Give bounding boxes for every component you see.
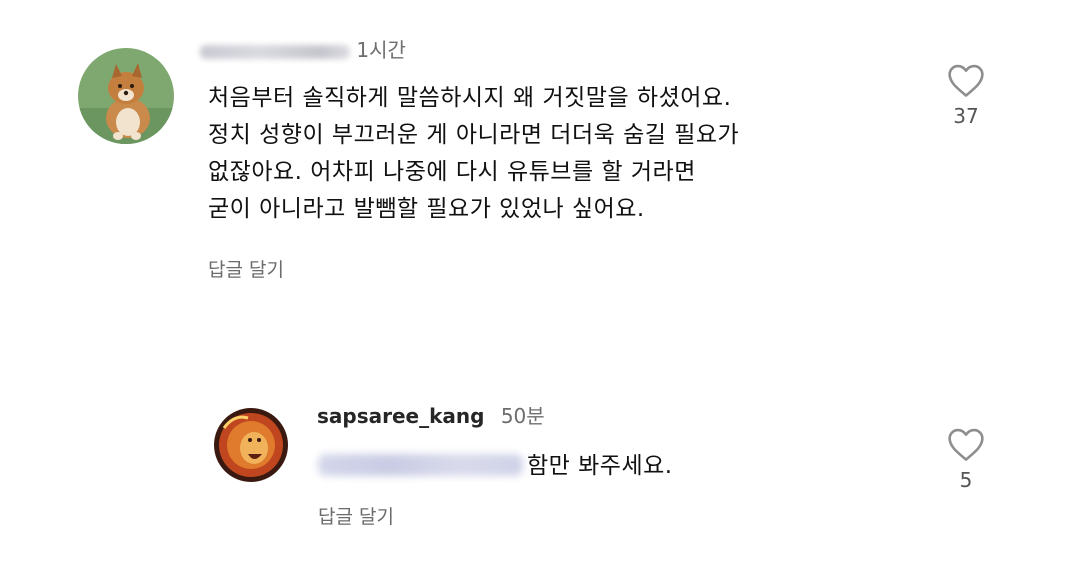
comment-text-line: 처음부터 솔직하게 말씀하시지 왜 거짓말을 하셨어요. <box>208 85 732 111</box>
comment-text-line: 정치 성향이 부끄러운 게 아니라면 더더욱 숨길 필요가 <box>208 122 740 148</box>
comment-time: 50분 <box>500 404 545 428</box>
commenter-avatar[interactable] <box>78 48 174 144</box>
comment-text: 처음부터 솔직하게 말씀하시지 왜 거짓말을 하셨어요. 정치 성향이 부끄러운… <box>208 80 739 228</box>
reply-button[interactable]: 답글 달기 <box>318 502 394 529</box>
like-count: 37 <box>953 104 979 128</box>
comment-text-line: 없잖아요. 어차피 나중에 다시 유튜브를 할 거라면 <box>208 159 696 185</box>
lion-avatar-icon <box>214 408 288 482</box>
comment-username[interactable]: sapsaree_kang <box>317 404 484 428</box>
like-count: 5 <box>959 468 973 492</box>
commenter-avatar[interactable] <box>214 408 288 482</box>
comment-text-line: 함만 봐주세요. <box>527 453 673 479</box>
heart-icon[interactable] <box>946 426 986 462</box>
comment-meta: 1시간 <box>200 34 406 63</box>
like-control: 37 <box>936 62 996 128</box>
comment-time: 1시간 <box>356 38 406 62</box>
blurred-mention[interactable] <box>318 454 523 476</box>
reply-button[interactable]: 답글 달기 <box>208 255 284 282</box>
comment-text-line: 굳이 아니라고 발뺌할 필요가 있었나 싶어요. <box>208 196 645 222</box>
puppy-avatar-icon <box>78 48 174 144</box>
comment-meta: sapsaree_kang 50분 <box>317 400 545 429</box>
comment-item: 1시간 처음부터 솔직하게 말씀하시지 왜 거짓말을 하셨어요. 정치 성향이 … <box>0 0 1080 300</box>
heart-icon[interactable] <box>946 62 986 98</box>
reply-comment-item: sapsaree_kang 50분 함만 봐주세요. 답글 달기 5 <box>0 380 1080 550</box>
comment-text: 함만 봐주세요. <box>318 448 673 485</box>
like-control: 5 <box>936 426 996 492</box>
blurred-username[interactable] <box>200 44 350 59</box>
